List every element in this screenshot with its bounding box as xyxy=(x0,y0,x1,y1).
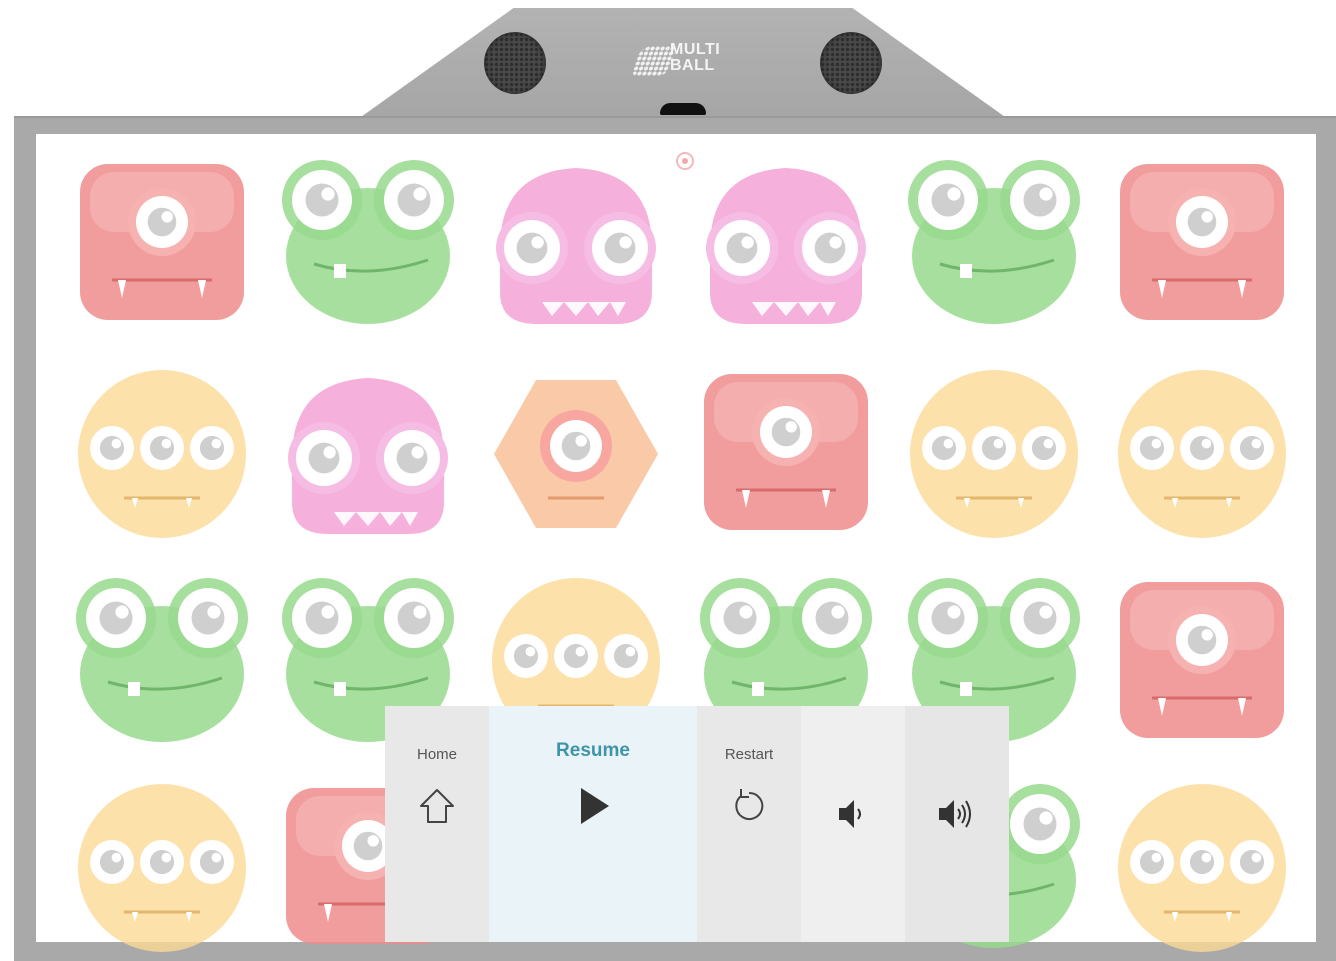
volume-down-icon xyxy=(839,800,861,828)
camera xyxy=(660,103,706,115)
pause-menu: Home Resume Restart xyxy=(385,706,1009,942)
volume-down-button[interactable] xyxy=(801,706,905,942)
green-monster[interactable] xyxy=(278,152,458,332)
yellow-monster[interactable] xyxy=(904,362,1084,542)
pink-monster[interactable] xyxy=(486,152,666,332)
play-icon xyxy=(581,788,609,824)
green-monster[interactable] xyxy=(72,570,252,750)
red-monster[interactable] xyxy=(72,152,252,332)
volume-up-button[interactable] xyxy=(905,706,1009,942)
pink-monster[interactable] xyxy=(278,362,458,542)
brand-logo: MULTI BALL xyxy=(631,40,736,80)
home-label: Home xyxy=(416,746,457,763)
red-monster[interactable] xyxy=(1112,152,1292,332)
red-monster[interactable] xyxy=(1112,570,1292,750)
yellow-monster[interactable] xyxy=(1112,362,1292,542)
sensor-indicator-icon xyxy=(676,152,694,170)
right-speaker xyxy=(820,32,882,94)
home-icon xyxy=(420,789,454,823)
pink-monster[interactable] xyxy=(696,152,876,332)
orange-monster[interactable] xyxy=(486,362,666,542)
yellow-monster[interactable] xyxy=(1112,776,1292,956)
restart-icon xyxy=(735,789,764,820)
red-monster[interactable] xyxy=(696,362,876,542)
volume-up-icon xyxy=(939,800,971,828)
brand-logo-line2: BALL xyxy=(670,57,715,74)
left-speaker xyxy=(484,32,546,94)
resume-label: Resume xyxy=(556,740,630,761)
resume-button[interactable]: Resume xyxy=(489,706,697,942)
yellow-monster[interactable] xyxy=(72,776,252,956)
restart-label: Restart xyxy=(724,746,774,763)
brand-logo-line1: MULTI xyxy=(670,41,721,58)
restart-button[interactable]: Restart xyxy=(697,706,801,942)
green-monster[interactable] xyxy=(904,152,1084,332)
yellow-monster[interactable] xyxy=(72,362,252,542)
home-button[interactable]: Home xyxy=(385,706,489,942)
